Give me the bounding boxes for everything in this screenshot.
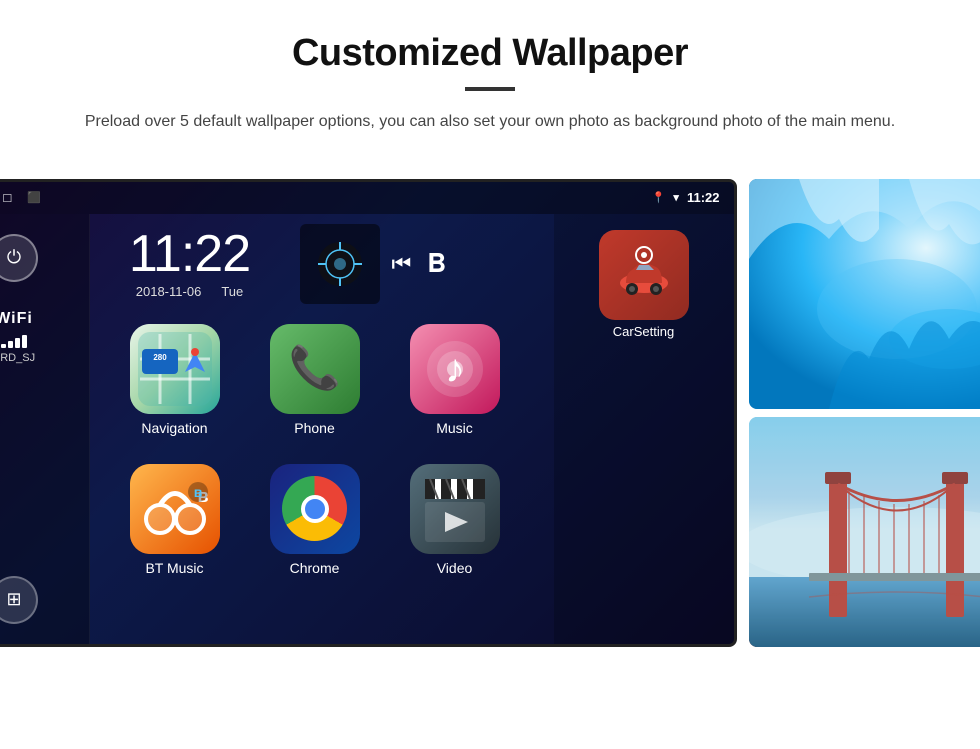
device-frame: ◁ ○ □ ⬛ 📍 ▾ 11:22 ⏻ WiFi [0, 179, 737, 647]
clock-date-value: 2018-11-06 [136, 284, 202, 299]
sidebar-bottom: ⊞ [0, 576, 38, 624]
media-icons: ⏮ 𝐁 [300, 224, 446, 304]
clock-time: 11:22 [110, 228, 270, 280]
video-icon [410, 464, 500, 554]
app-music[interactable]: ♪ Music [390, 324, 520, 454]
status-left: ◁ ○ □ ⬛ [0, 190, 41, 206]
clock-date: 2018-11-06 Tue [110, 284, 270, 299]
btmusic-label: BT Music [145, 560, 203, 576]
title-divider [465, 87, 515, 91]
app-video[interactable]: Video [390, 464, 520, 594]
wifi-ssid: SRD_SJ [0, 352, 35, 364]
btmusic-icon: ʙ ʙ [130, 464, 220, 554]
media-card [300, 224, 380, 304]
title-letter-k: 𝐁 [427, 248, 445, 280]
carsetting-label: CarSetting [613, 324, 674, 339]
prev-track-button[interactable]: ⏮ [392, 251, 412, 277]
wifi-label: WiFi [0, 310, 35, 328]
svg-text:ʙ: ʙ [193, 484, 202, 500]
apps-grid-icon: ⊞ [6, 589, 21, 610]
device-main: 11:22 2018-11-06 Tue [90, 214, 554, 644]
svg-text:📞: 📞 [288, 341, 341, 392]
app-phone[interactable]: 📞 Phone [250, 324, 380, 454]
page-header: Customized Wallpaper Preload over 5 defa… [0, 0, 980, 155]
svg-text:♪: ♪ [445, 347, 465, 391]
clock-day-value: Tue [221, 284, 243, 299]
recents-icon[interactable]: □ [3, 190, 11, 205]
wifi-bars [0, 332, 35, 348]
page-subtitle: Preload over 5 default wallpaper options… [80, 109, 900, 135]
carsetting-block[interactable]: CarSetting [554, 214, 734, 347]
status-bar: ◁ ○ □ ⬛ 📍 ▾ 11:22 [0, 182, 734, 214]
sidebar-top: ⏻ WiFi SRD_SJ [0, 234, 38, 364]
location-icon: 📍 [652, 191, 666, 204]
navigation-icon: 280 [130, 324, 220, 414]
chrome-label: Chrome [290, 560, 340, 576]
chrome-icon [270, 464, 360, 554]
svg-text:280: 280 [153, 353, 167, 362]
left-sidebar: ⏻ WiFi SRD_SJ ⊞ [0, 214, 90, 644]
navigation-label: Navigation [141, 420, 207, 436]
wifi-status-icon: ▾ [673, 191, 679, 204]
right-panel: CarSetting [554, 214, 734, 644]
app-grid: 280 Navigation [90, 314, 554, 604]
wifi-bar-3 [15, 338, 20, 348]
status-time: 11:22 [687, 190, 720, 205]
video-label: Video [437, 560, 473, 576]
status-right: 📍 ▾ 11:22 [652, 190, 720, 205]
clock-block: 11:22 2018-11-06 Tue [110, 228, 270, 299]
wifi-bar-2 [8, 341, 13, 348]
main-content: ◁ ○ □ ⬛ 📍 ▾ 11:22 ⏻ WiFi [0, 155, 980, 677]
page-title: Customized Wallpaper [60, 32, 920, 75]
wifi-info: WiFi SRD_SJ [0, 310, 35, 364]
music-label: Music [436, 420, 473, 436]
phone-icon: 📞 [270, 324, 360, 414]
phone-label: Phone [294, 420, 334, 436]
wifi-bar-4 [22, 335, 27, 348]
power-button[interactable]: ⏻ [0, 234, 38, 282]
wallpaper-thumbnails [749, 179, 980, 647]
wallpaper-bridge[interactable] [749, 417, 980, 647]
wallpaper-ice[interactable] [749, 179, 980, 409]
app-btmusic[interactable]: ʙ ʙ BT Music [110, 464, 240, 594]
music-icon: ♪ [410, 324, 500, 414]
wifi-bar-1 [1, 344, 6, 348]
apps-button[interactable]: ⊞ [0, 576, 38, 624]
screenshot-icon[interactable]: ⬛ [27, 191, 41, 204]
app-navigation[interactable]: 280 Navigation [110, 324, 240, 454]
app-chrome[interactable]: Chrome [250, 464, 380, 594]
power-icon: ⏻ [7, 247, 21, 268]
device-content: ⏻ WiFi SRD_SJ ⊞ [0, 214, 734, 644]
clock-area: 11:22 2018-11-06 Tue [90, 214, 554, 314]
carsetting-area: CarSetting [554, 214, 734, 644]
